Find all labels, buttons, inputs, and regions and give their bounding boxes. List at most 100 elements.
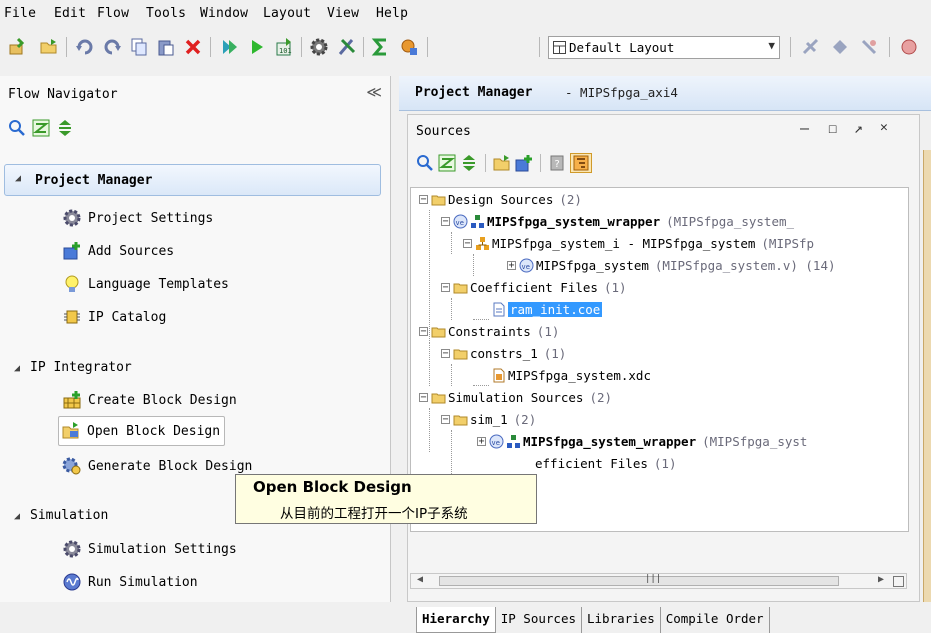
expand-toggle[interactable]: + bbox=[477, 436, 486, 446]
menu-flow[interactable]: Flow bbox=[97, 6, 129, 21]
nav-label: Project Settings bbox=[88, 210, 214, 226]
scroll-right-icon[interactable]: ▶ bbox=[878, 574, 884, 585]
toolbar-disabled-icon-2[interactable] bbox=[829, 36, 851, 58]
horizontal-scrollbar[interactable]: ◀ ||| ▶ bbox=[410, 573, 907, 589]
run-icon[interactable] bbox=[218, 36, 240, 58]
tab-compile-order[interactable]: Compile Order bbox=[661, 607, 770, 633]
collapse-all-icon[interactable] bbox=[32, 119, 50, 137]
menu-view[interactable]: View bbox=[327, 6, 359, 21]
settings-icon[interactable] bbox=[308, 36, 330, 58]
tab-hierarchy[interactable]: Hierarchy bbox=[416, 607, 496, 633]
collapse-toggle[interactable]: − bbox=[419, 326, 428, 336]
copy-icon[interactable] bbox=[128, 36, 150, 58]
tree-item-ram-init[interactable]: ram_init.coe bbox=[491, 298, 603, 320]
toolbar-disabled-icon-3[interactable] bbox=[858, 36, 880, 58]
toolbar-overflow-icon[interactable] bbox=[898, 36, 920, 58]
verilog-file-icon: ve bbox=[453, 214, 468, 228]
expanded-triangle-icon[interactable]: ◢ bbox=[14, 511, 20, 522]
svg-text:101: 101 bbox=[279, 47, 292, 55]
expand-all-icon[interactable] bbox=[56, 119, 74, 137]
nav-open-block-design[interactable]: Open Block Design bbox=[58, 416, 226, 446]
tree-item-xdc[interactable]: MIPSfpga_system.xdc bbox=[491, 364, 651, 386]
nav-label: IP Catalog bbox=[88, 309, 167, 325]
flow-navigator-title: Flow Navigator bbox=[8, 87, 118, 102]
tree-label: efficient Files bbox=[535, 455, 648, 471]
open-folder-icon[interactable] bbox=[493, 154, 511, 172]
tree-item-sim-1[interactable]: − sim_1 (2) bbox=[441, 408, 536, 430]
generate-bitstream-icon[interactable]: 101 bbox=[273, 36, 295, 58]
toolbar-disabled-icon-1[interactable] bbox=[800, 36, 822, 58]
new-project-icon[interactable] bbox=[6, 36, 28, 58]
collapse-toggle[interactable]: − bbox=[441, 282, 450, 292]
tree-item-simulation-sources[interactable]: − Simulation Sources (2) bbox=[419, 386, 612, 408]
float-icon[interactable]: ↗ bbox=[854, 119, 863, 137]
nav-add-sources[interactable]: Add Sources bbox=[62, 238, 174, 264]
nav-language-templates[interactable]: Language Templates bbox=[62, 271, 229, 297]
expand-toggle[interactable]: + bbox=[507, 260, 516, 270]
tree-item-coefficient-files[interactable]: − Coefficient Files (1) bbox=[441, 276, 627, 298]
cut-tool-icon[interactable] bbox=[336, 36, 358, 58]
sigma-icon[interactable] bbox=[370, 36, 392, 58]
tree-item-sim-coefficient-files[interactable]: efficient Files (1) bbox=[535, 452, 676, 474]
expand-all-icon[interactable] bbox=[460, 154, 478, 172]
verilog-file-icon: ve bbox=[519, 258, 534, 272]
properties-icon[interactable]: ? bbox=[548, 154, 566, 172]
search-icon[interactable] bbox=[8, 119, 26, 137]
collapse-toggle[interactable]: − bbox=[463, 238, 472, 248]
collapse-toggle[interactable]: − bbox=[441, 414, 450, 424]
paste-icon[interactable] bbox=[155, 36, 177, 58]
add-sources-icon[interactable] bbox=[515, 154, 533, 172]
redo-icon[interactable] bbox=[101, 36, 123, 58]
simulation-title[interactable]: Simulation bbox=[30, 508, 108, 523]
collapse-icon[interactable]: ≪ bbox=[366, 83, 382, 101]
svg-text:ve: ve bbox=[492, 439, 500, 447]
expanded-triangle-icon[interactable]: ◢ bbox=[14, 363, 20, 374]
maximize-icon[interactable]: ☐ bbox=[828, 119, 837, 137]
collapse-toggle[interactable]: − bbox=[419, 392, 428, 402]
tree-item-system-v[interactable]: + ve MIPSfpga_system (MIPSfpga_system.v) … bbox=[507, 254, 836, 276]
tree-label: constrs_1 bbox=[470, 345, 538, 361]
nav-create-block-design[interactable]: Create Block Design bbox=[62, 387, 237, 413]
nav-generate-block-design[interactable]: Generate Block Design bbox=[62, 453, 252, 479]
menu-help[interactable]: Help bbox=[376, 6, 408, 21]
minimize-icon[interactable]: — bbox=[800, 119, 809, 137]
nav-ip-catalog[interactable]: IP Catalog bbox=[62, 304, 166, 330]
menu-edit[interactable]: Edit bbox=[54, 6, 86, 21]
menu-window[interactable]: Window bbox=[200, 6, 248, 21]
collapse-all-icon[interactable] bbox=[438, 154, 456, 172]
show-hierarchy-toggle[interactable] bbox=[570, 153, 592, 173]
menu-file[interactable]: File bbox=[4, 6, 36, 21]
close-icon[interactable]: ✕ bbox=[880, 120, 888, 135]
tree-label: MIPSfpga_system.xdc bbox=[508, 367, 651, 383]
ip-integrator-title[interactable]: IP Integrator bbox=[30, 360, 132, 375]
delete-icon[interactable] bbox=[182, 36, 204, 58]
search-icon[interactable] bbox=[416, 154, 434, 172]
tree-label: MIPSfpga_system_wrapper bbox=[487, 213, 661, 229]
nav-simulation-settings[interactable]: Simulation Settings bbox=[62, 536, 237, 562]
nav-run-simulation[interactable]: Run Simulation bbox=[62, 569, 198, 595]
tooltip-title: Open Block Design bbox=[253, 478, 412, 496]
menu-tools[interactable]: Tools bbox=[146, 6, 186, 21]
report-icon[interactable] bbox=[398, 36, 420, 58]
tree-item-sim-wrapper[interactable]: + ve MIPSfpga_system_wrapper (MIPSfpga_sy… bbox=[477, 430, 807, 452]
tab-libraries[interactable]: Libraries bbox=[582, 607, 661, 633]
project-manager-section-header[interactable]: ◢ Project Manager bbox=[4, 164, 381, 196]
nav-project-settings[interactable]: Project Settings bbox=[62, 205, 213, 231]
menu-layout[interactable]: Layout bbox=[263, 6, 311, 21]
collapse-toggle[interactable]: − bbox=[441, 348, 450, 358]
open-project-icon[interactable] bbox=[38, 36, 60, 58]
tree-item-design-sources[interactable]: − Design Sources (2) bbox=[419, 188, 582, 210]
collapse-toggle[interactable]: − bbox=[441, 216, 450, 226]
run-synthesis-icon[interactable] bbox=[246, 36, 268, 58]
layout-dropdown[interactable]: Default Layout ▼ bbox=[548, 36, 780, 59]
tab-ip-sources[interactable]: IP Sources bbox=[496, 607, 582, 633]
tree-item-constrs-1[interactable]: − constrs_1 (1) bbox=[441, 342, 566, 364]
undo-icon[interactable] bbox=[74, 36, 96, 58]
collapse-toggle[interactable]: − bbox=[419, 194, 428, 204]
scrollbar-thumb[interactable]: ||| bbox=[439, 574, 839, 586]
tree-item-system-i[interactable]: − MIPSfpga_system_i - MIPSfpga_system (MI… bbox=[463, 232, 814, 254]
verilog-file-icon: ve bbox=[489, 434, 504, 448]
tree-item-constraints[interactable]: − Constraints (1) bbox=[419, 320, 559, 342]
tree-item-system-wrapper[interactable]: − ve MIPSfpga_system_wrapper (MIPSfpga_sy… bbox=[441, 210, 794, 232]
scroll-left-icon[interactable]: ◀ bbox=[417, 574, 423, 585]
